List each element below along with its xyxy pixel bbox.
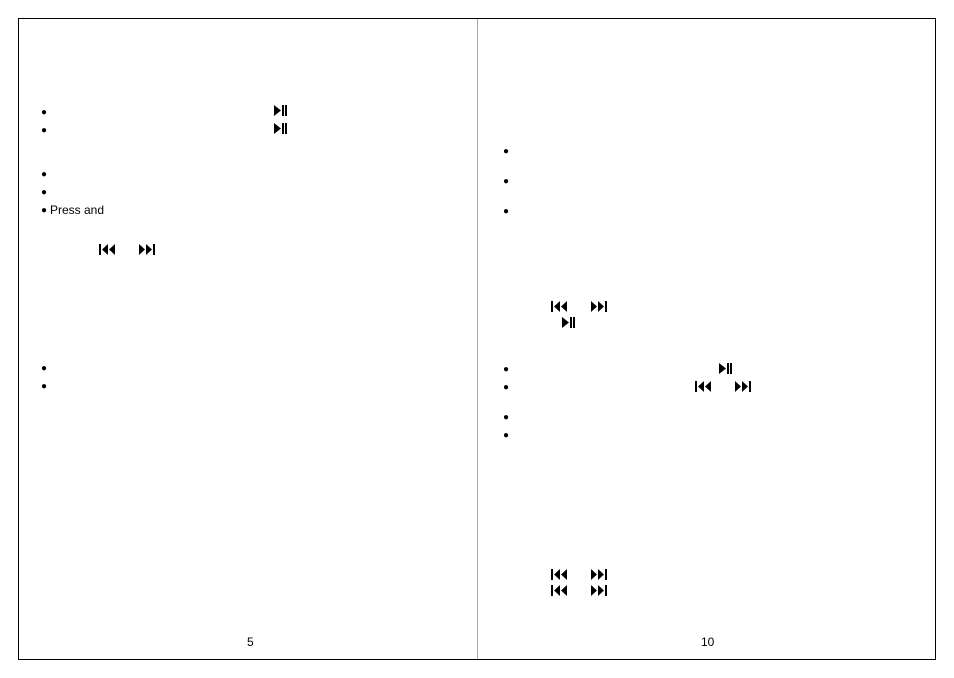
bullet: ● [503,207,509,217]
skip-back-icon [551,585,567,599]
play-pause-icon [719,363,733,377]
bullet: ● [503,431,509,441]
play-pause-icon [274,105,288,119]
page-number-left: 5 [247,635,254,649]
page-divider [477,19,478,659]
skip-forward-icon [591,569,607,583]
bullet: ● [503,147,509,157]
page-number-right: 10 [701,635,714,649]
bullet: ● [41,364,47,374]
two-page-spread: ● ● ● ● ● Press and ● ● 5 ● ● ● [0,0,954,678]
skip-back-icon [551,569,567,583]
bullet: ● [41,382,47,392]
bullet: ● [41,188,47,198]
text-press-and: Press and [50,204,104,216]
play-pause-icon [562,317,576,331]
skip-back-icon [551,301,567,315]
skip-forward-icon [591,301,607,315]
bullet: ● [41,108,47,118]
bullet: ● [41,170,47,180]
skip-forward-icon [735,381,751,395]
bullet: ● [503,177,509,187]
bullet: ● [41,126,47,136]
skip-forward-icon [139,244,155,258]
page-frame: ● ● ● ● ● Press and ● ● 5 ● ● ● [18,18,936,660]
skip-forward-icon [591,585,607,599]
play-pause-icon [274,123,288,137]
skip-back-icon [695,381,711,395]
bullet: ● [503,383,509,393]
skip-back-icon [99,244,115,258]
bullet: ● [41,206,47,216]
bullet: ● [503,413,509,423]
bullet: ● [503,365,509,375]
